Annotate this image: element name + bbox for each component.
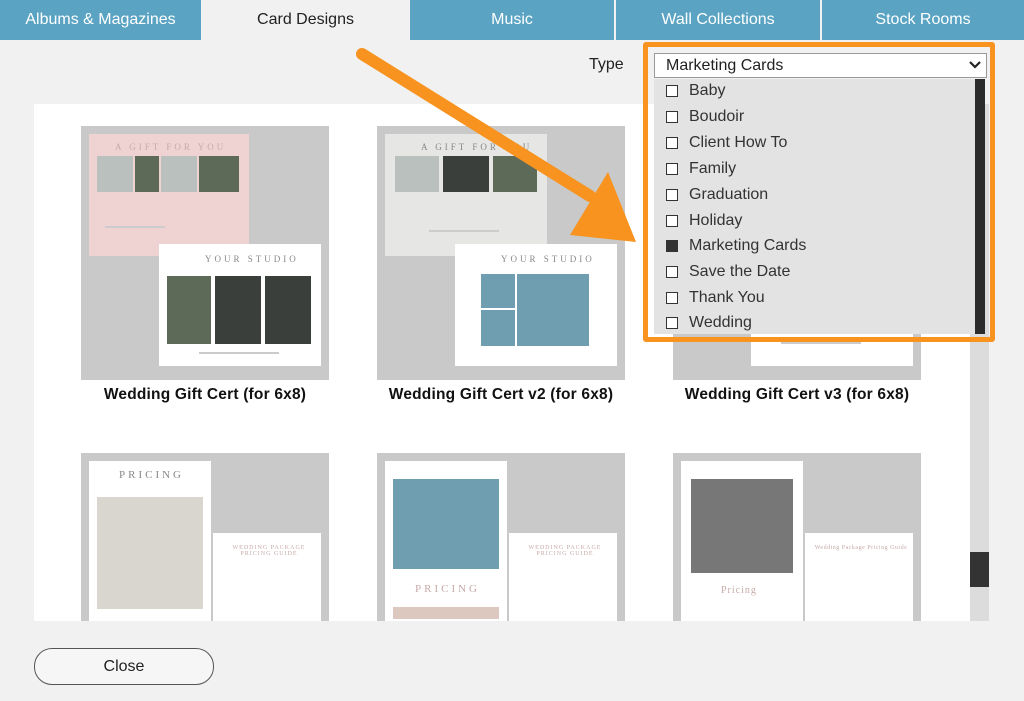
- thumb-sheet: YOUR STUDIO: [455, 244, 617, 366]
- card-title: Wedding Gift Cert v2 (for 6x8): [388, 386, 614, 403]
- thumb-subheading: YOUR STUDIO: [205, 254, 299, 264]
- checkbox[interactable]: [666, 163, 678, 175]
- thumb-photo: [393, 479, 499, 569]
- checkbox[interactable]: [666, 111, 678, 123]
- type-select-value: Marketing Cards: [666, 56, 784, 74]
- scrollbar-thumb[interactable]: [970, 552, 989, 587]
- type-option-label: Wedding: [689, 314, 752, 331]
- thumb-heading: A GIFT FOR YOU: [115, 142, 227, 152]
- thumb-heading: A GIFT FOR YOU: [421, 142, 533, 152]
- thumb-heading: PRICING: [415, 583, 481, 595]
- type-label: Type: [589, 56, 624, 73]
- type-option[interactable]: Graduation: [666, 183, 768, 207]
- card-thumbnail[interactable]: Pricing Wedding Package Pricing Guide: [673, 453, 921, 621]
- type-option[interactable]: Marketing Cards: [666, 234, 806, 258]
- chevron-down-icon: [969, 61, 981, 69]
- tab-albums-magazines[interactable]: Albums & Magazines: [0, 0, 203, 40]
- thumb-photo: [481, 310, 515, 346]
- tab-card-designs[interactable]: Card Designs: [203, 0, 410, 40]
- checkbox[interactable]: [666, 85, 678, 97]
- thumb-sheet: Pricing: [681, 461, 803, 621]
- card-thumbnail[interactable]: PRICING WEDDING PACKAGE PRICING GUIDE: [377, 453, 625, 621]
- type-option-label: Boudoir: [689, 108, 745, 125]
- type-option-label: Client How To: [689, 134, 788, 151]
- type-option-label: Save the Date: [689, 263, 791, 280]
- thumb-sheet: WEDDING PACKAGE PRICING GUIDE: [509, 533, 617, 621]
- thumb-photo: [97, 497, 203, 609]
- type-select[interactable]: Marketing Cards: [654, 53, 987, 78]
- card-title: Wedding Gift Cert (for 6x8): [103, 386, 307, 403]
- type-option[interactable]: Client How To: [666, 131, 787, 155]
- thumb-line: [429, 230, 499, 232]
- thumb-sheet: PRICING: [385, 461, 507, 621]
- thumb-photo: [395, 156, 439, 192]
- thumb-photo: [443, 156, 489, 192]
- thumb-photo: [517, 274, 589, 346]
- type-option[interactable]: Wedding: [666, 311, 752, 335]
- thumb-subheading: YOUR STUDIO: [501, 254, 595, 264]
- thumb-band: [393, 607, 499, 619]
- thumb-subheading: WEDDING PACKAGE PRICING GUIDE: [528, 545, 602, 557]
- thumb-photo: [481, 274, 515, 308]
- thumb-photo: [215, 276, 261, 344]
- type-option-label: Thank You: [689, 289, 765, 306]
- tab-bar: Albums & Magazines Card Designs Music Wa…: [0, 0, 1024, 40]
- checkbox-checked[interactable]: [666, 240, 678, 252]
- type-option[interactable]: Thank You: [666, 286, 765, 310]
- type-option[interactable]: Save the Date: [666, 260, 790, 284]
- card-thumbnail[interactable]: PRICING WEDDING PACKAGE PRICING GUIDE: [81, 453, 329, 621]
- type-option-label: Baby: [689, 82, 726, 99]
- thumb-sheet: Wedding Package Pricing Guide: [805, 533, 913, 621]
- thumb-photo: [691, 479, 793, 573]
- thumb-sheet: A GIFT FOR YOU: [385, 134, 547, 256]
- thumb-sheet: A GIFT FOR YOU: [89, 134, 249, 256]
- thumb-line: [199, 352, 279, 354]
- tab-stock-rooms[interactable]: Stock Rooms: [822, 0, 1024, 40]
- thumb-photo: [493, 156, 537, 192]
- type-option-label: Family: [689, 160, 737, 177]
- thumb-sheet: YOUR STUDIO: [159, 244, 321, 366]
- thumb-photo: [97, 156, 133, 192]
- tab-wall-collections[interactable]: Wall Collections: [616, 0, 822, 40]
- close-button[interactable]: Close: [34, 648, 214, 685]
- card-thumbnail[interactable]: A GIFT FOR YOU YOUR STUDIO: [377, 126, 625, 380]
- checkbox[interactable]: [666, 215, 678, 227]
- type-option-label: Marketing Cards: [689, 237, 807, 254]
- thumb-line: [105, 226, 165, 228]
- thumb-photo: [161, 156, 197, 192]
- checkbox[interactable]: [666, 317, 678, 329]
- type-option[interactable]: Family: [666, 157, 736, 181]
- tab-music[interactable]: Music: [410, 0, 616, 40]
- thumb-photo: [135, 156, 159, 192]
- thumb-subheading: WEDDING PACKAGE PRICING GUIDE: [232, 545, 306, 557]
- type-option-label: Holiday: [689, 212, 743, 229]
- thumb-sheet: PRICING: [89, 461, 211, 621]
- type-option-label: Graduation: [689, 186, 769, 203]
- checkbox[interactable]: [666, 292, 678, 304]
- thumb-sheet: WEDDING PACKAGE PRICING GUIDE: [213, 533, 321, 621]
- type-option[interactable]: Baby: [666, 79, 725, 103]
- checkbox[interactable]: [666, 189, 678, 201]
- thumb-line: [781, 342, 861, 344]
- thumb-photo: [199, 156, 239, 192]
- thumb-heading: PRICING: [119, 469, 185, 481]
- type-option[interactable]: Holiday: [666, 209, 742, 233]
- thumb-heading: Pricing: [721, 585, 757, 596]
- thumb-photo: [167, 276, 211, 344]
- checkbox[interactable]: [666, 266, 678, 278]
- card-thumbnail[interactable]: A GIFT FOR YOU YOUR STUDIO: [81, 126, 329, 380]
- card-title: Wedding Gift Cert v3 (for 6x8): [684, 386, 910, 403]
- thumb-subheading: Wedding Package Pricing Guide: [814, 545, 908, 551]
- checkbox[interactable]: [666, 137, 678, 149]
- thumb-photo: [265, 276, 311, 344]
- type-dropdown-list: Baby Boudoir Client How To Family Gradua…: [654, 79, 985, 334]
- type-option[interactable]: Boudoir: [666, 105, 744, 129]
